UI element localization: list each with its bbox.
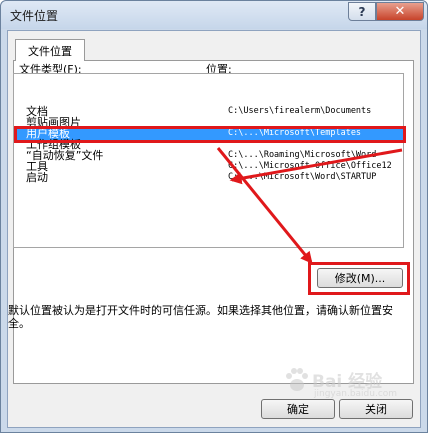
- ok-button[interactable]: 确定: [261, 399, 335, 419]
- arrow-to-row: [229, 148, 403, 185]
- tab-file-locations[interactable]: 文件位置: [15, 39, 85, 61]
- arrow-to-button: [216, 147, 313, 264]
- trust-note: 默认位置被认为是打开文件时的可信任源。如果选择其他位置，请确认新位置安全。: [8, 304, 393, 330]
- close-button[interactable]: 关闭: [339, 399, 413, 419]
- paw-icon: [286, 368, 308, 391]
- watermark-url: jingyan.baidu.com: [314, 389, 398, 399]
